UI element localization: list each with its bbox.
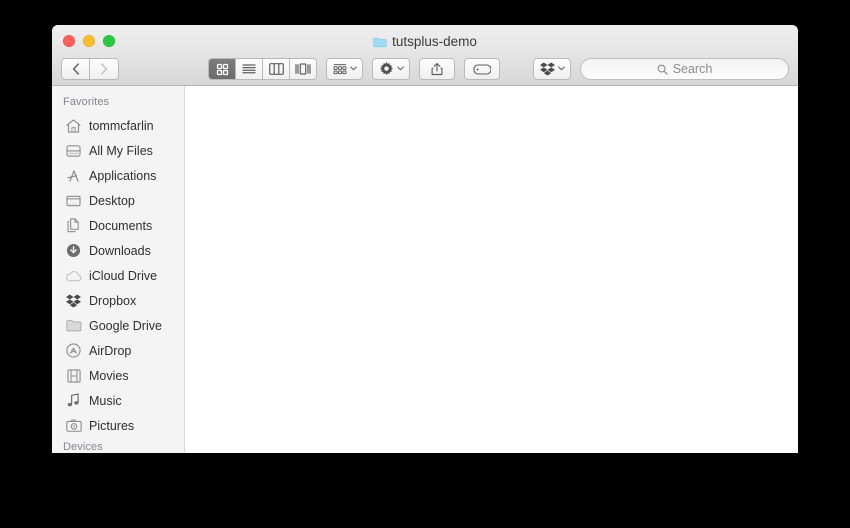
list-view-icon (242, 64, 256, 74)
sidebar-item-label: All My Files (89, 143, 153, 158)
downloads-icon (65, 243, 82, 259)
desktop-icon (65, 193, 82, 209)
sidebar-item-label: Google Drive (89, 318, 162, 333)
movies-icon (65, 368, 82, 384)
window-body: Favorites tommcfarlin All My Files Appli… (52, 86, 798, 453)
sidebar-item-applications[interactable]: Applications (52, 163, 184, 188)
dropbox-icon (65, 293, 82, 309)
arrange-grid-icon (333, 63, 347, 74)
applications-icon (65, 168, 82, 184)
toolbar: Search (52, 52, 798, 86)
chevron-down-icon (350, 65, 357, 73)
tag-button[interactable] (464, 58, 500, 80)
navigation-buttons (61, 58, 119, 80)
folder-icon (373, 35, 387, 53)
airdrop-icon (65, 343, 82, 359)
sidebar-section-header-favorites: Favorites (63, 96, 110, 108)
action-menu-button[interactable] (372, 58, 410, 80)
sidebar-item-label: Dropbox (89, 293, 137, 308)
view-mode-column[interactable] (263, 59, 290, 79)
search-input[interactable]: Search (580, 58, 789, 80)
finder-window: tutsplus-demo Search Favorites tommcfarl… (52, 25, 798, 453)
sidebar-item-label: Downloads (89, 243, 151, 258)
gear-icon (379, 61, 394, 75)
sidebar-item-label: AirDrop (89, 343, 132, 358)
column-view-icon (268, 63, 284, 75)
documents-icon (65, 218, 82, 234)
home-icon (65, 118, 82, 134)
dropbox-button[interactable] (533, 58, 571, 80)
camera-icon (65, 418, 82, 434)
view-mode-icon[interactable] (209, 59, 236, 79)
window-title-group: tutsplus-demo (52, 33, 798, 53)
sidebar-item-music[interactable]: Music (52, 388, 184, 413)
sidebar-item-google-drive[interactable]: Google Drive (52, 313, 184, 338)
dropbox-icon (540, 62, 555, 76)
sidebar-item-label: Desktop (89, 193, 135, 208)
sidebar-item-airdrop[interactable]: AirDrop (52, 338, 184, 363)
chevron-down-icon (558, 65, 565, 73)
chevron-right-icon (101, 63, 108, 75)
folder-icon (65, 318, 82, 334)
search-placeholder: Search (672, 62, 713, 76)
sidebar-item-label: iCloud Drive (89, 268, 158, 283)
chevron-left-icon (72, 63, 79, 75)
chevron-down-icon (397, 65, 404, 73)
sidebar-item-label: Pictures (89, 418, 135, 433)
title-bar: tutsplus-demo Search (52, 25, 798, 86)
share-icon (431, 62, 443, 76)
sidebar-item-pictures[interactable]: Pictures (52, 413, 184, 438)
forward-button[interactable] (90, 58, 119, 80)
sidebar-item-tommcfarlin[interactable]: tommcfarlin (52, 113, 184, 138)
sidebar-item-label: Movies (89, 368, 129, 383)
sidebar-item-label: tommcfarlin (89, 118, 154, 133)
sidebar-item-desktop[interactable]: Desktop (52, 188, 184, 213)
music-note-icon (65, 393, 82, 409)
all-my-files-icon (65, 143, 82, 159)
sidebar-item-label: Applications (89, 168, 157, 183)
sidebar-item-dropbox[interactable]: Dropbox (52, 288, 184, 313)
gallery-view-icon (295, 63, 311, 75)
sidebar-section-header-devices: Devices (63, 441, 103, 453)
sidebar-item-label: Music (89, 393, 122, 408)
cloud-icon (65, 268, 82, 284)
view-mode-group (208, 58, 317, 80)
sidebar-item-icloud-drive[interactable]: iCloud Drive (52, 263, 184, 288)
file-content-area[interactable] (185, 86, 798, 453)
sidebar-item-documents[interactable]: Documents (52, 213, 184, 238)
sidebar-item-downloads[interactable]: Downloads (52, 238, 184, 263)
icon-view-icon (216, 63, 228, 75)
sidebar-item-label: Documents (89, 218, 153, 233)
share-button[interactable] (419, 58, 455, 80)
arrange-by-button[interactable] (326, 58, 363, 80)
tag-icon (473, 63, 491, 75)
view-mode-list[interactable] (236, 59, 263, 79)
view-mode-gallery[interactable] (290, 59, 316, 79)
sidebar[interactable]: Favorites tommcfarlin All My Files Appli… (52, 86, 185, 453)
sidebar-item-movies[interactable]: Movies (52, 363, 184, 388)
window-title-text: tutsplus-demo (392, 34, 477, 49)
back-button[interactable] (61, 58, 90, 80)
search-icon (657, 64, 668, 75)
sidebar-item-all-my-files[interactable]: All My Files (52, 138, 184, 163)
